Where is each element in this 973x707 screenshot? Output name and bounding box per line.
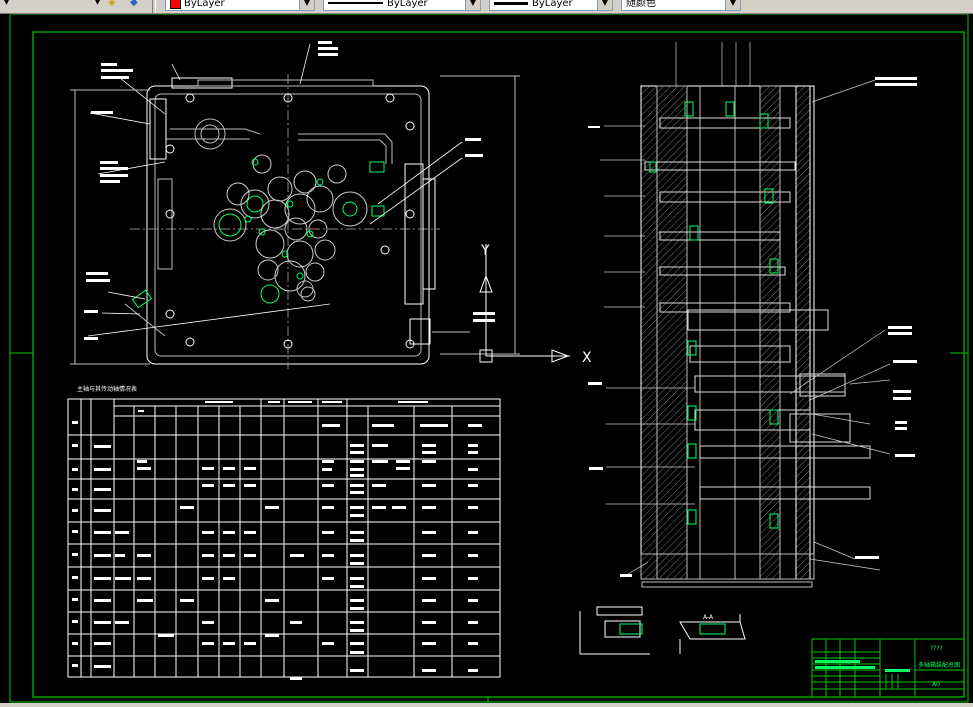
properties-toolbar: ▾ ▾ ◈ ◆ ByLayer ▼ ByLayer ▼ ByLayer ▼ 随颜… — [0, 0, 973, 14]
chevron-down-icon[interactable]: ▼ — [465, 0, 480, 10]
lineweight-control-value: ByLayer — [532, 0, 573, 9]
title-block-question: ???? — [930, 645, 943, 652]
toolbar-dropdown-arrow-icon[interactable]: ▾ — [95, 0, 100, 9]
section-label-text: A-A — [703, 614, 714, 621]
linetype-preview — [328, 2, 383, 4]
outer-frame — [9, 14, 969, 703]
status-bar — [0, 703, 973, 707]
drawing-svg[interactable]: Y X A-A 主轴与其传动轴情况表 ???? 多轴箱装配总图 A0 — [0, 14, 973, 704]
chevron-down-icon[interactable]: ▼ — [597, 0, 612, 10]
color-swatch-icon — [170, 0, 181, 9]
color-control-dropdown[interactable]: ByLayer ▼ — [165, 0, 315, 11]
color-control-value: ByLayer — [184, 0, 225, 9]
front-view — [70, 43, 520, 369]
layer-manager-icon[interactable]: ◆ — [130, 0, 138, 9]
chevron-down-icon[interactable]: ▼ — [299, 0, 314, 10]
table-title-text: 主轴与其传动轴情况表 — [77, 385, 137, 393]
detail-views — [579, 606, 746, 655]
linetype-control-dropdown[interactable]: ByLayer ▼ — [323, 0, 481, 11]
linetype-control-value: ByLayer — [387, 0, 428, 9]
section-view — [600, 42, 891, 588]
toolbar-separator — [152, 0, 156, 13]
lineweight-preview — [494, 1, 528, 5]
axis-y-label: Y — [480, 243, 490, 259]
axis-x-label: X — [582, 350, 592, 366]
title-block-name: 多轴箱装配总图 — [918, 661, 960, 669]
plotstyle-control-dropdown[interactable]: 随颜色 ▼ — [621, 0, 741, 11]
layer-previous-icon[interactable]: ◈ — [108, 0, 116, 9]
ucs-axes — [479, 244, 570, 363]
layer-state-icon[interactable]: ▾ — [4, 0, 9, 9]
plotstyle-control-value: 随颜色 — [626, 0, 656, 9]
chevron-down-icon[interactable]: ▼ — [725, 0, 740, 10]
section-labels — [588, 77, 917, 577]
lineweight-control-dropdown[interactable]: ByLayer ▼ — [489, 0, 613, 11]
shaft-table: 主轴与其传动轴情况表 — [67, 385, 501, 680]
drawing-canvas[interactable]: Y X A-A 主轴与其传动轴情况表 ???? 多轴箱装配总图 A0 — [0, 14, 973, 704]
title-block-size: A0 — [932, 681, 940, 688]
